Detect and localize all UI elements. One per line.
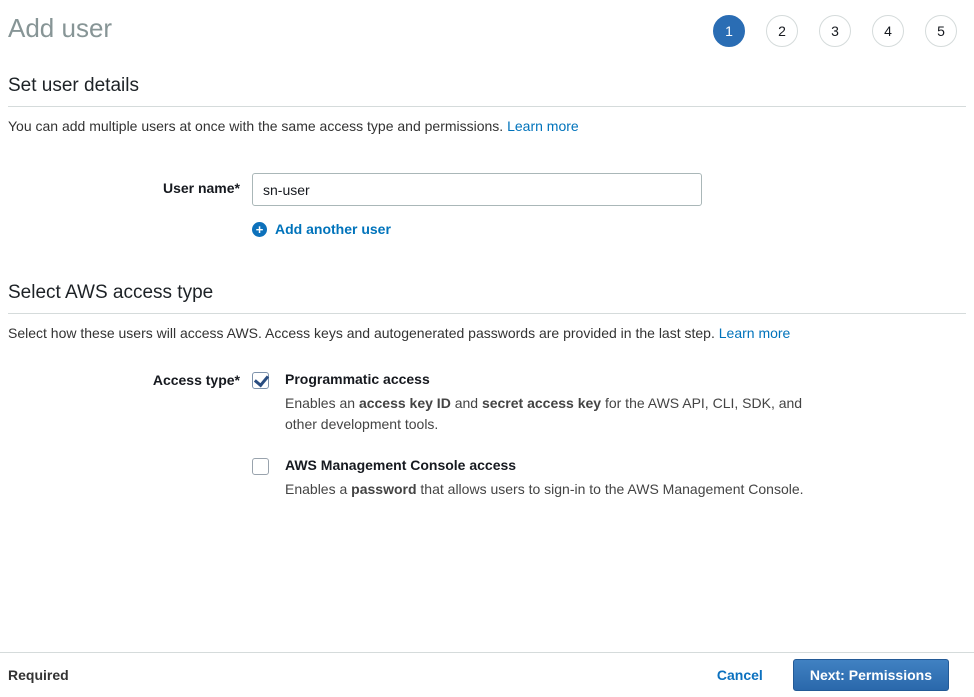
user-name-input[interactable] xyxy=(252,173,702,206)
user-details-description-text: You can add multiple users at once with … xyxy=(8,118,507,134)
step-indicator-2[interactable]: 2 xyxy=(766,15,798,47)
option-title-programmatic-access: Programmatic access xyxy=(285,371,810,388)
user-details-description: You can add multiple users at once with … xyxy=(8,116,966,136)
page-content: Add user 1 2 3 4 5 Set user details You … xyxy=(0,0,974,500)
option-console-access: AWS Management Console access Enables a … xyxy=(252,457,810,500)
option-desc-programmatic-access: Enables an access key ID and secret acce… xyxy=(285,393,810,435)
add-another-user-label: Add another user xyxy=(275,221,391,237)
checkbox-programmatic-access[interactable] xyxy=(252,372,269,389)
access-type-options: Programmatic access Enables an access ke… xyxy=(252,371,810,500)
step-indicator-5[interactable]: 5 xyxy=(925,15,957,47)
access-type-description-text: Select how these users will access AWS. … xyxy=(8,325,719,341)
access-type-description: Select how these users will access AWS. … xyxy=(8,323,966,343)
option-console-access-body: AWS Management Console access Enables a … xyxy=(285,457,804,500)
footer: Required Cancel Next: Permissions xyxy=(0,652,974,697)
user-name-input-col xyxy=(252,173,702,206)
access-type-row: Access type* Programmatic access Enables… xyxy=(8,371,966,500)
step-indicator: 1 2 3 4 5 xyxy=(713,15,957,47)
option-title-console-access: AWS Management Console access xyxy=(285,457,804,474)
section-heading-access-type: Select AWS access type xyxy=(8,282,966,314)
user-name-label: User name* xyxy=(8,173,240,196)
cancel-button[interactable]: Cancel xyxy=(717,667,763,683)
step-indicator-3[interactable]: 3 xyxy=(819,15,851,47)
learn-more-link-user-details[interactable]: Learn more xyxy=(507,118,579,134)
option-programmatic-access: Programmatic access Enables an access ke… xyxy=(252,371,810,435)
access-type-label: Access type* xyxy=(8,371,240,388)
step-indicator-1[interactable]: 1 xyxy=(713,15,745,47)
checkbox-console-access[interactable] xyxy=(252,458,269,475)
option-programmatic-access-body: Programmatic access Enables an access ke… xyxy=(285,371,810,435)
learn-more-link-access-type[interactable]: Learn more xyxy=(719,325,791,341)
option-desc-console-access: Enables a password that allows users to … xyxy=(285,479,804,500)
step-indicator-4[interactable]: 4 xyxy=(872,15,904,47)
add-another-user-button[interactable]: + Add another user xyxy=(252,221,391,237)
footer-actions: Cancel Next: Permissions xyxy=(717,659,966,691)
required-label: Required xyxy=(8,667,69,683)
user-name-row: User name* xyxy=(8,173,966,206)
section-heading-user-details: Set user details xyxy=(8,75,966,107)
next-permissions-button[interactable]: Next: Permissions xyxy=(793,659,949,691)
plus-circle-icon: + xyxy=(252,222,267,237)
